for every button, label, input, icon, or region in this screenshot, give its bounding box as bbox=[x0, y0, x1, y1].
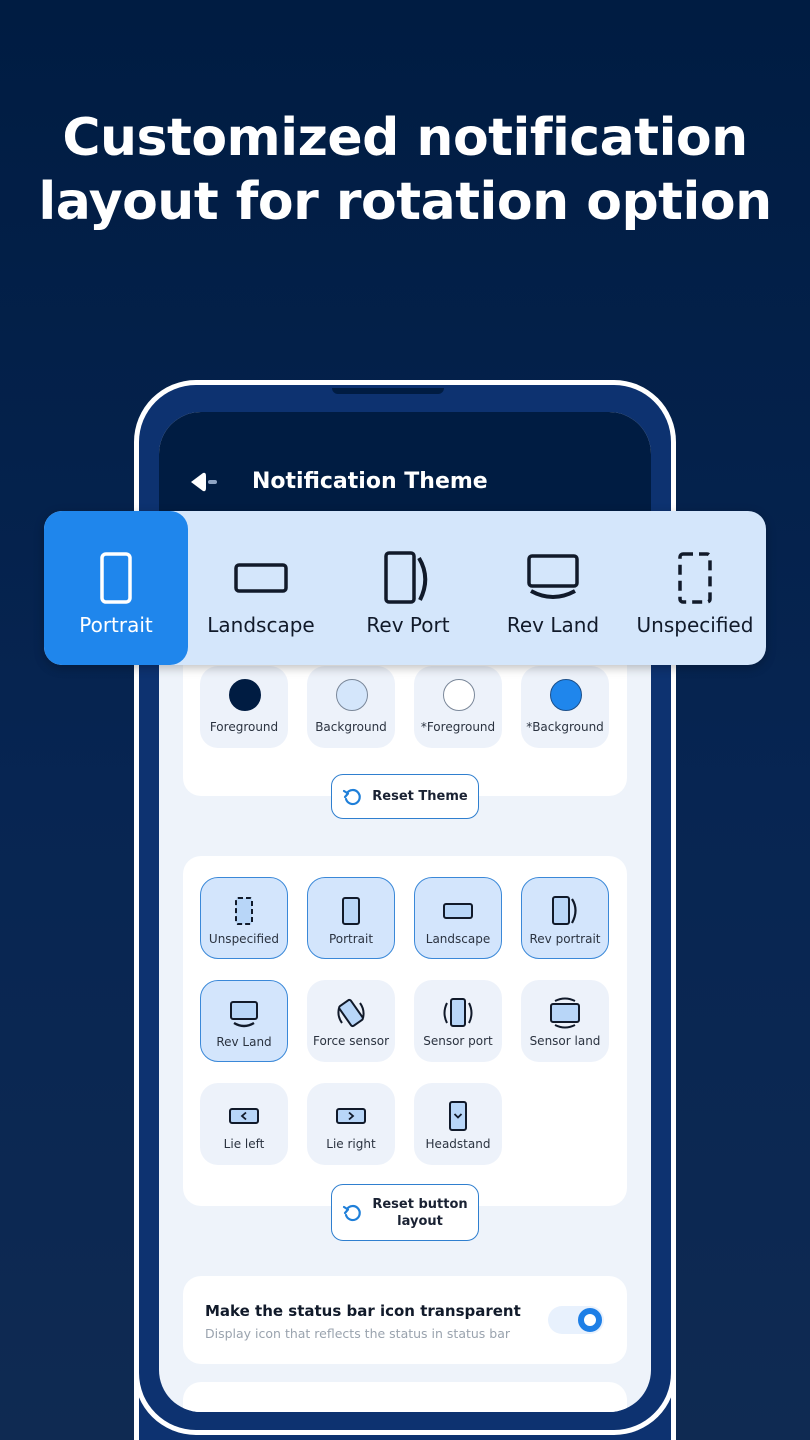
reset-button-layout-label: Reset button layout bbox=[372, 1196, 467, 1230]
portrait-icon bbox=[342, 897, 360, 925]
rotation-option-rev-port[interactable]: Rev Port bbox=[334, 511, 482, 665]
layout-button-landscape[interactable]: Landscape bbox=[414, 877, 502, 959]
setting-title: Make the status bar icon transparent bbox=[205, 1302, 521, 1320]
force-sensor-icon bbox=[337, 998, 365, 1028]
layout-button-lie-right[interactable]: Lie right bbox=[307, 1083, 395, 1165]
sensor-portrait-icon bbox=[443, 998, 473, 1027]
button-label: Lie right bbox=[326, 1137, 376, 1151]
rotation-option-rev-land[interactable]: Rev Land bbox=[482, 511, 624, 665]
layout-button-lie-left[interactable]: Lie left bbox=[200, 1083, 288, 1165]
portrait-icon bbox=[100, 552, 132, 604]
transparent-icon-toggle[interactable] bbox=[548, 1306, 604, 1334]
reverse-landscape-icon bbox=[527, 554, 579, 599]
landscape-icon bbox=[443, 903, 473, 919]
button-label: Rev Land bbox=[216, 1035, 272, 1049]
reverse-portrait-icon bbox=[552, 896, 577, 925]
color-swatch bbox=[229, 679, 261, 711]
button-label: Sensor land bbox=[529, 1034, 601, 1048]
reverse-portrait-icon bbox=[384, 551, 428, 604]
layout-button-portrait[interactable]: Portrait bbox=[307, 877, 395, 959]
layout-button-force-sensor[interactable]: Force sensor bbox=[307, 980, 395, 1062]
rotation-option-portrait[interactable]: Portrait bbox=[44, 511, 188, 665]
unspecified-icon bbox=[678, 552, 712, 604]
layout-button-unspecified[interactable]: Unspecified bbox=[200, 877, 288, 959]
button-label: Headstand bbox=[425, 1137, 491, 1151]
lie-right-icon bbox=[336, 1108, 366, 1124]
rotation-option-landscape[interactable]: Landscape bbox=[188, 511, 334, 665]
swatch-label: Background bbox=[315, 720, 387, 734]
button-label: Rev portrait bbox=[529, 932, 601, 946]
color-swatch bbox=[550, 679, 582, 711]
rotation-label: Portrait bbox=[79, 613, 153, 637]
reset-button-layout-button[interactable]: Reset button layout bbox=[331, 1184, 479, 1241]
promo-headline: Customized notification layout for rotat… bbox=[0, 106, 810, 234]
status-bar-setting-card[interactable]: Make the status bar icon transparent Dis… bbox=[183, 1276, 627, 1364]
reset-icon bbox=[343, 1204, 362, 1221]
reset-theme-label: Reset Theme bbox=[372, 789, 468, 804]
reset-icon bbox=[343, 788, 362, 805]
swatch-alt-background[interactable]: *Background bbox=[521, 666, 609, 748]
phone-notch bbox=[332, 388, 444, 394]
layout-button-rev-portrait[interactable]: Rev portrait bbox=[521, 877, 609, 959]
button-layout-card: Unspecified Portrait Landscape Rev portr… bbox=[183, 856, 627, 1206]
swatch-alt-foreground[interactable]: *Foreground bbox=[414, 666, 502, 748]
reset-theme-button[interactable]: Reset Theme bbox=[331, 774, 479, 819]
layout-button-rev-land[interactable]: Rev Land bbox=[200, 980, 288, 1062]
layout-button-sensor-land[interactable]: Sensor land bbox=[521, 980, 609, 1062]
swatch-label: *Foreground bbox=[420, 720, 496, 734]
button-label: Landscape bbox=[425, 932, 491, 946]
headline-line-1: Customized notification bbox=[62, 108, 748, 168]
button-label: Sensor port bbox=[423, 1034, 493, 1048]
button-label: Portrait bbox=[328, 932, 374, 946]
next-setting-card bbox=[183, 1382, 627, 1412]
page-title: Notification Theme bbox=[252, 469, 488, 494]
layout-button-headstand[interactable]: Headstand bbox=[414, 1083, 502, 1165]
button-label: Lie left bbox=[223, 1137, 265, 1151]
color-swatch bbox=[336, 679, 368, 711]
button-label: Unspecified bbox=[208, 932, 280, 946]
toggle-knob bbox=[578, 1308, 602, 1332]
swatch-label: Foreground bbox=[209, 720, 279, 734]
layout-button-sensor-port[interactable]: Sensor port bbox=[414, 980, 502, 1062]
rotation-label: Rev Port bbox=[366, 613, 450, 637]
rotation-option-unspecified[interactable]: Unspecified bbox=[624, 511, 766, 665]
rotation-label: Rev Land bbox=[506, 613, 600, 637]
swatch-background[interactable]: Background bbox=[307, 666, 395, 748]
sensor-landscape-icon bbox=[550, 997, 580, 1029]
rotation-label: Landscape bbox=[207, 613, 315, 637]
landscape-icon bbox=[234, 563, 288, 593]
rotation-options-bar: Portrait Landscape Rev Port Rev Land Uns… bbox=[44, 511, 766, 665]
reverse-landscape-icon bbox=[230, 1001, 258, 1028]
reset-label-line-2: layout bbox=[397, 1213, 443, 1229]
lie-left-icon bbox=[229, 1108, 259, 1124]
back-arrow-icon[interactable] bbox=[187, 470, 221, 494]
headline-line-2: layout for rotation option bbox=[38, 172, 772, 232]
headstand-icon bbox=[449, 1101, 467, 1131]
button-label: Force sensor bbox=[312, 1034, 390, 1048]
rotation-label: Unspecified bbox=[636, 613, 754, 637]
swatch-label: *Background bbox=[526, 720, 604, 734]
reset-label-line-1: Reset button bbox=[372, 1196, 468, 1212]
setting-subtitle: Display icon that reflects the status in… bbox=[205, 1326, 511, 1341]
unspecified-icon bbox=[235, 897, 253, 925]
color-swatch bbox=[443, 679, 475, 711]
swatch-foreground[interactable]: Foreground bbox=[200, 666, 288, 748]
app-bar: Notification Theme bbox=[159, 412, 651, 522]
